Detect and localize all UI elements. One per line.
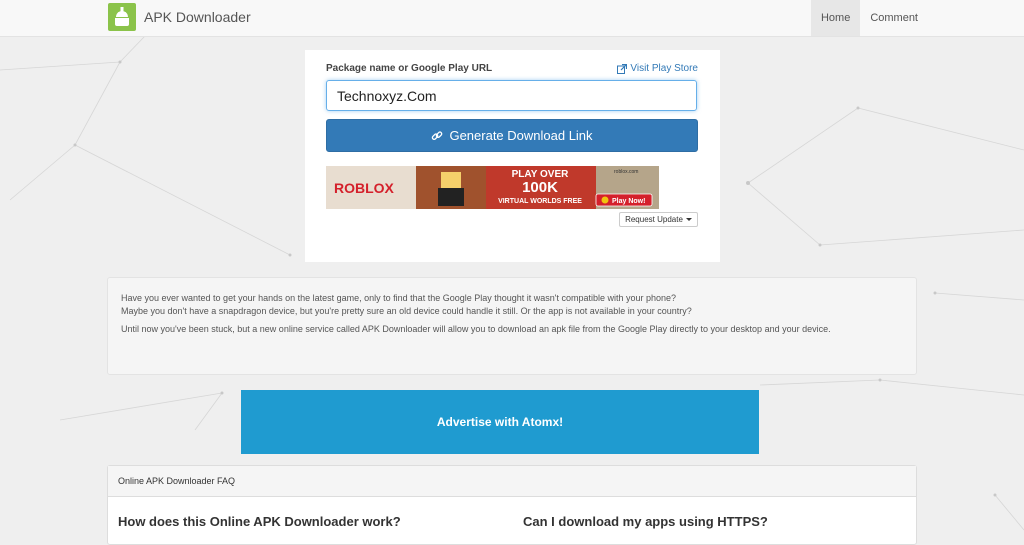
ad-line3: VIRTUAL WORLDS FREE — [498, 198, 582, 205]
generate-download-link-button[interactable]: Generate Download Link — [326, 119, 698, 152]
request-update-dropdown[interactable]: Request Update — [619, 212, 698, 227]
brand[interactable]: APK Downloader — [108, 2, 251, 32]
package-field-label: Package name or Google Play URL — [326, 63, 493, 74]
nav-comment[interactable]: Comment — [860, 0, 928, 36]
roblox-ad-banner[interactable]: ROBLOX PLAY OVER 100K VIRTUAL WORLDS FRE… — [326, 166, 659, 209]
nav-home[interactable]: Home — [810, 0, 861, 36]
advertise-banner[interactable]: Advertise with Atomx! — [241, 390, 759, 454]
request-update-label: Request Update — [625, 215, 683, 224]
faq-question-2: Can I download my apps using HTTPS? — [523, 514, 768, 529]
advertise-label: Advertise with Atomx! — [436, 415, 564, 429]
link-icon — [432, 130, 443, 140]
intro-line-2: Maybe you don't have a snapdragon device… — [121, 305, 692, 316]
generate-button-label: Generate Download Link — [449, 128, 593, 143]
visit-play-store-link[interactable]: Visit Play Store — [617, 63, 698, 74]
main-nav: Home Comment — [810, 0, 928, 36]
caret-down-icon — [685, 218, 692, 221]
intro-well: Have you ever wanted to get your hands o… — [107, 277, 917, 375]
intro-paragraph-2: Until now you've been stuck, but a new o… — [121, 324, 831, 334]
faq-question-1: How does this Online APK Downloader work… — [118, 514, 401, 529]
ad-site: roblox.com — [614, 169, 638, 175]
intro-line-1: Have you ever wanted to get your hands o… — [121, 293, 677, 303]
top-navbar: APK Downloader Home Comment — [0, 0, 1024, 37]
external-link-icon — [617, 63, 628, 74]
download-form-card: Package name or Google Play URL Visit Pl… — [305, 50, 720, 262]
intro-paragraph-1: Have you ever wanted to get your hands o… — [121, 292, 903, 317]
package-url-input[interactable]: Technoxyz.Com — [326, 80, 697, 111]
visit-play-store-label: Visit Play Store — [630, 63, 698, 74]
faq-heading: Online APK Downloader FAQ — [108, 466, 916, 497]
faq-panel: Online APK Downloader FAQ How does this … — [107, 465, 917, 545]
ad-brand: ROBLOX — [334, 180, 395, 196]
android-download-icon — [108, 3, 136, 31]
brand-name: APK Downloader — [144, 9, 251, 25]
ad-line2: 100K — [522, 179, 558, 196]
ad-cta: Play Now! — [612, 198, 645, 205]
